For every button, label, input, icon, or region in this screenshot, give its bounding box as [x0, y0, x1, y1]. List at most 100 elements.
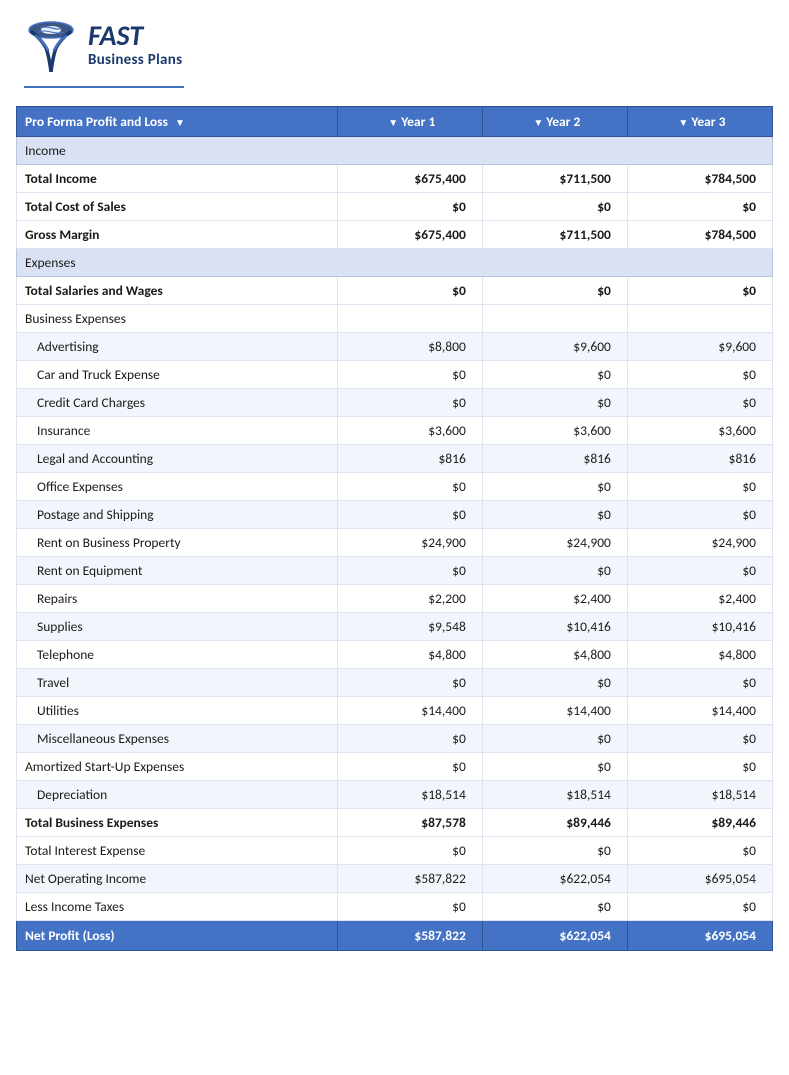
- tornado-icon: [24, 18, 78, 72]
- table-row: Income: [17, 137, 773, 165]
- row-val-1: $0: [337, 557, 482, 585]
- row-val-3: $0: [627, 473, 772, 501]
- row-label: Postage and Shipping: [17, 501, 338, 529]
- row-label: Rent on Business Property: [17, 529, 338, 557]
- table-row: Expenses: [17, 249, 773, 277]
- row-val-1: $3,600: [337, 417, 482, 445]
- row-val-2: $18,514: [482, 781, 627, 809]
- row-label: Travel: [17, 669, 338, 697]
- section-header-label: Expenses: [17, 249, 773, 277]
- net-profit-label: Net Profit (Loss): [17, 921, 338, 951]
- row-val-1: $24,900: [337, 529, 482, 557]
- row-val-1: $2,200: [337, 585, 482, 613]
- row-val-3: $0: [627, 725, 772, 753]
- row-val-2: $711,500: [482, 165, 627, 193]
- row-val-1: [337, 305, 482, 333]
- row-val-3: $0: [627, 389, 772, 417]
- row-label: Amortized Start-Up Expenses: [17, 753, 338, 781]
- row-label: Supplies: [17, 613, 338, 641]
- table-row: Credit Card Charges $0 $0 $0: [17, 389, 773, 417]
- row-val-1: $0: [337, 893, 482, 921]
- row-val-2: $2,400: [482, 585, 627, 613]
- row-val-3: $0: [627, 277, 772, 305]
- col-header-0[interactable]: ▼ Year 1: [337, 107, 482, 137]
- table-row: Car and Truck Expense $0 $0 $0: [17, 361, 773, 389]
- row-label: Net Operating Income: [17, 865, 338, 893]
- brand-text: FAST Business Plans: [88, 21, 182, 70]
- row-label: Legal and Accounting: [17, 445, 338, 473]
- row-val-3: $0: [627, 193, 772, 221]
- table-row: Total Income $675,400 $711,500 $784,500: [17, 165, 773, 193]
- col-header-2[interactable]: ▼ Year 3: [627, 107, 772, 137]
- row-val-1: $0: [337, 725, 482, 753]
- row-val-3: $4,800: [627, 641, 772, 669]
- table-row: Rent on Business Property $24,900 $24,90…: [17, 529, 773, 557]
- table-row: Net Operating Income $587,822 $622,054 $…: [17, 865, 773, 893]
- table-row: Insurance $3,600 $3,600 $3,600: [17, 417, 773, 445]
- col-dropdown-icon-0[interactable]: ▼: [388, 116, 398, 129]
- table-row: Legal and Accounting $816 $816 $816: [17, 445, 773, 473]
- title-dropdown-icon[interactable]: ▼: [175, 116, 185, 129]
- table-row: Rent on Equipment $0 $0 $0: [17, 557, 773, 585]
- table-row: Supplies $9,548 $10,416 $10,416: [17, 613, 773, 641]
- row-label: Car and Truck Expense: [17, 361, 338, 389]
- row-label: Advertising: [17, 333, 338, 361]
- row-label: Rent on Equipment: [17, 557, 338, 585]
- row-val-3: $784,500: [627, 165, 772, 193]
- row-val-1: $87,578: [337, 809, 482, 837]
- row-label: Repairs: [17, 585, 338, 613]
- section-header-label: Income: [17, 137, 773, 165]
- row-val-1: $0: [337, 473, 482, 501]
- row-val-3: $0: [627, 753, 772, 781]
- row-val-1: $4,800: [337, 641, 482, 669]
- row-val-1: $816: [337, 445, 482, 473]
- table-row: Telephone $4,800 $4,800 $4,800: [17, 641, 773, 669]
- row-val-2: $0: [482, 389, 627, 417]
- table-row: Gross Margin $675,400 $711,500 $784,500: [17, 221, 773, 249]
- row-val-2: $14,400: [482, 697, 627, 725]
- net-profit-val-3: $695,054: [627, 921, 772, 951]
- table-row: Postage and Shipping $0 $0 $0: [17, 501, 773, 529]
- row-label: Telephone: [17, 641, 338, 669]
- col-dropdown-icon-2[interactable]: ▼: [678, 116, 688, 129]
- row-label: Office Expenses: [17, 473, 338, 501]
- brand-sub-label: Business Plans: [88, 51, 182, 69]
- net-profit-val-1: $587,822: [337, 921, 482, 951]
- row-val-2: $0: [482, 837, 627, 865]
- row-val-2: $816: [482, 445, 627, 473]
- table-row: Less Income Taxes $0 $0 $0: [17, 893, 773, 921]
- col-dropdown-icon-1[interactable]: ▼: [533, 116, 543, 129]
- row-label: Insurance: [17, 417, 338, 445]
- row-val-2: $3,600: [482, 417, 627, 445]
- col-header-1[interactable]: ▼ Year 2: [482, 107, 627, 137]
- page-header: FAST Business Plans: [0, 0, 789, 82]
- table-row: Utilities $14,400 $14,400 $14,400: [17, 697, 773, 725]
- row-label: Gross Margin: [17, 221, 338, 249]
- row-val-1: $9,548: [337, 613, 482, 641]
- brand-fast-label: FAST: [88, 21, 182, 52]
- row-val-3: $0: [627, 669, 772, 697]
- row-label: Business Expenses: [17, 305, 338, 333]
- row-val-1: $8,800: [337, 333, 482, 361]
- table-row: Travel $0 $0 $0: [17, 669, 773, 697]
- row-val-1: $14,400: [337, 697, 482, 725]
- row-val-2: $10,416: [482, 613, 627, 641]
- row-val-3: $0: [627, 557, 772, 585]
- row-val-3: $0: [627, 893, 772, 921]
- row-val-3: $24,900: [627, 529, 772, 557]
- row-val-2: $0: [482, 473, 627, 501]
- row-val-3: $10,416: [627, 613, 772, 641]
- row-val-2: $0: [482, 753, 627, 781]
- row-val-2: $622,054: [482, 865, 627, 893]
- row-val-3: $695,054: [627, 865, 772, 893]
- row-val-3: $0: [627, 837, 772, 865]
- row-val-2: $0: [482, 725, 627, 753]
- table-row: Total Business Expenses $87,578 $89,446 …: [17, 809, 773, 837]
- row-label: Total Cost of Sales: [17, 193, 338, 221]
- row-val-1: $0: [337, 501, 482, 529]
- header-divider: [24, 86, 184, 88]
- row-label: Total Income: [17, 165, 338, 193]
- table-row: Total Salaries and Wages $0 $0 $0: [17, 277, 773, 305]
- row-val-3: [627, 305, 772, 333]
- row-val-3: $2,400: [627, 585, 772, 613]
